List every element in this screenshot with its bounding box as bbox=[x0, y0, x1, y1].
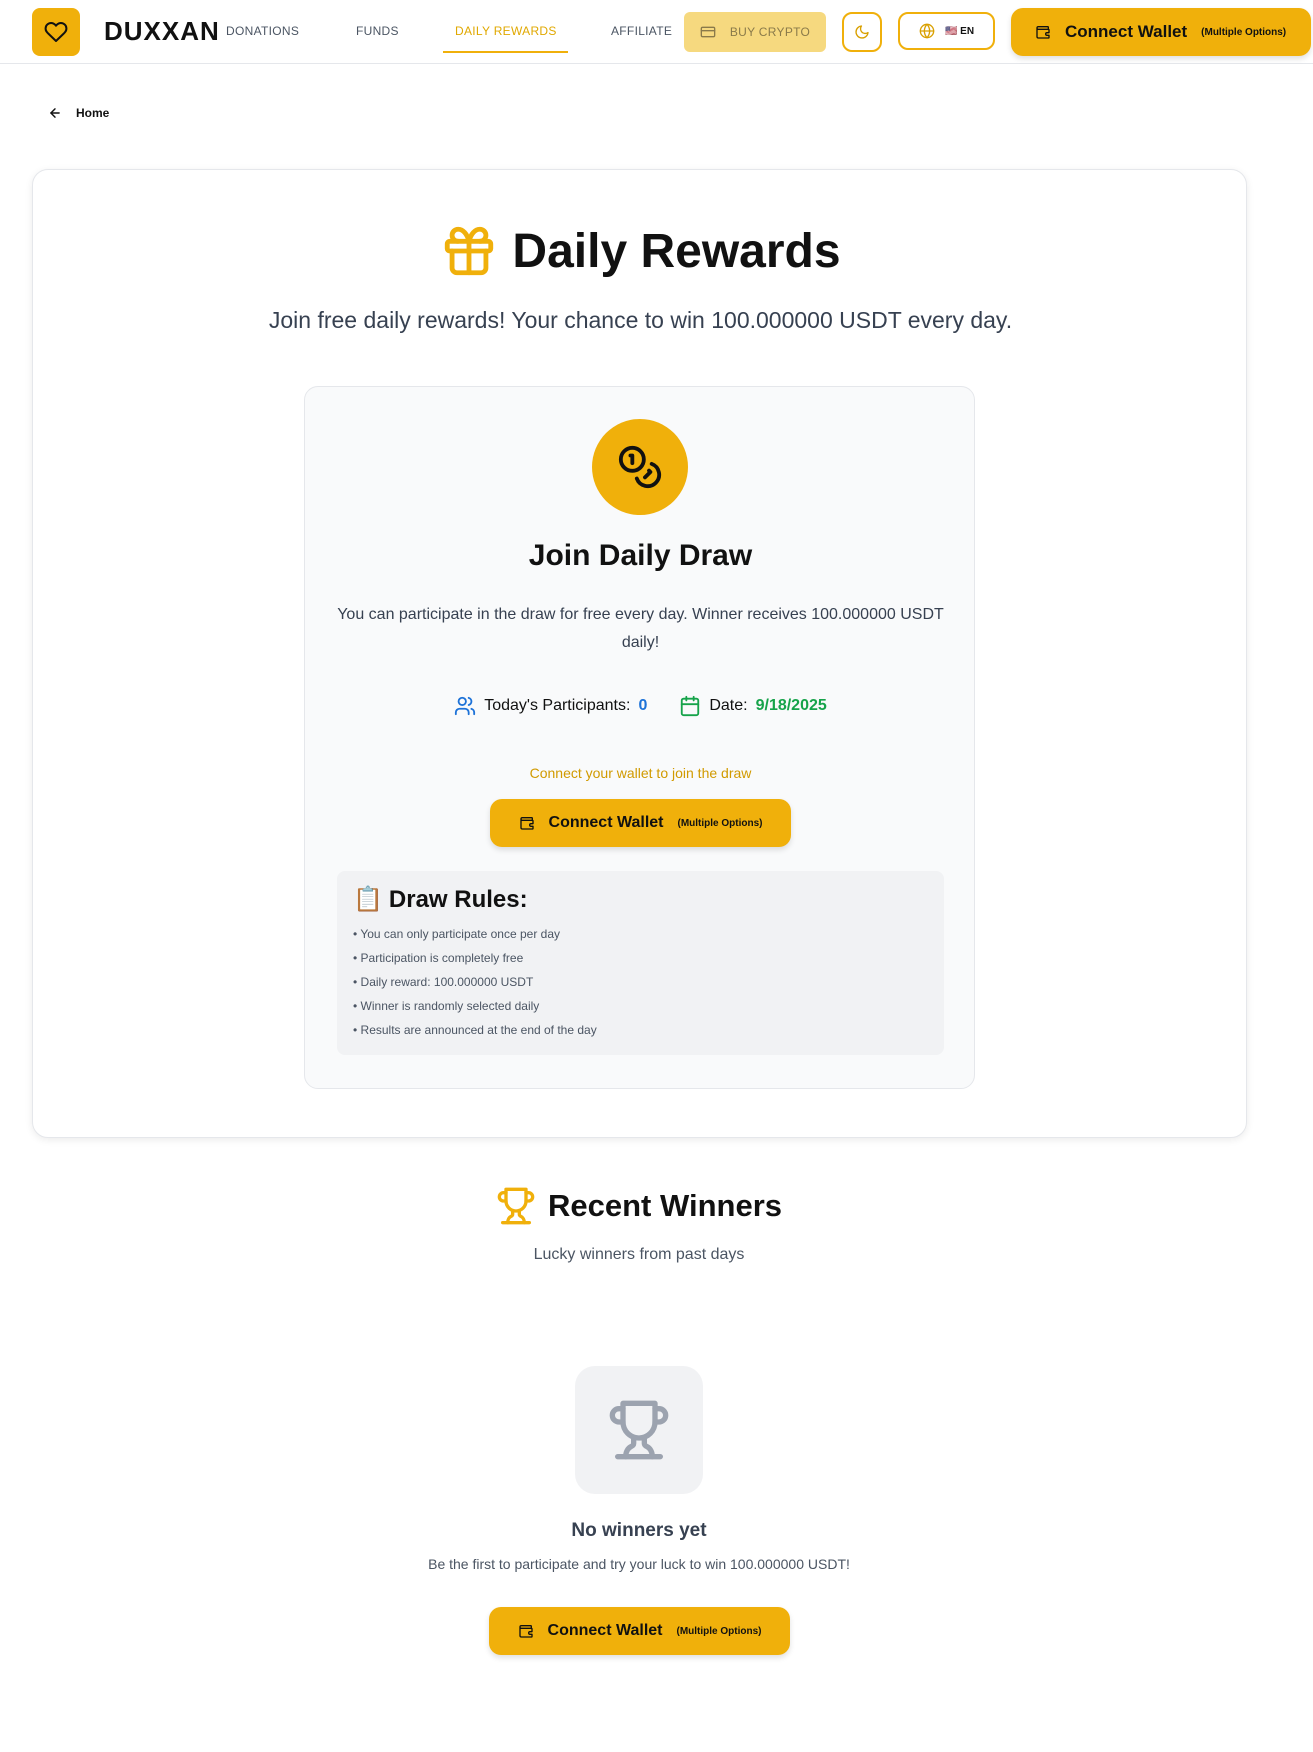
arrow-left-icon bbox=[50, 108, 60, 118]
logo-button[interactable] bbox=[32, 8, 80, 56]
draw-title: Join Daily Draw bbox=[528, 539, 753, 572]
recent-winners-title-row: Recent Winners bbox=[0, 1186, 1278, 1226]
empty-state-trophy bbox=[575, 1366, 703, 1494]
participants-stat: Today's Participants: 0 bbox=[454, 695, 647, 717]
date-label: Date: bbox=[709, 697, 748, 714]
wallet-icon bbox=[1036, 26, 1050, 39]
language-selector[interactable]: 🇺🇸 EN bbox=[898, 12, 995, 50]
heart-icon bbox=[44, 22, 68, 42]
theme-toggle-button[interactable] bbox=[842, 12, 882, 52]
recent-winners-title: Recent Winners bbox=[548, 1188, 782, 1223]
connect-wallet-sublabel: (Multiple Options) bbox=[676, 1625, 762, 1637]
draw-rules-title: 📋 Draw Rules: bbox=[353, 885, 928, 914]
draw-rules-heading: Draw Rules: bbox=[388, 885, 528, 913]
brand-name[interactable]: DUXXAN bbox=[104, 16, 220, 47]
top-navbar: DUXXAN DONATIONS FUNDS DAILY REWARDS AFF… bbox=[0, 0, 1313, 64]
nav-daily-rewards[interactable]: DAILY REWARDS bbox=[455, 24, 557, 38]
active-tab-indicator bbox=[443, 51, 568, 53]
nav-funds[interactable]: FUNDS bbox=[356, 24, 399, 38]
trophy-icon bbox=[609, 1400, 669, 1460]
credit-card-icon bbox=[700, 26, 716, 38]
moon-icon bbox=[855, 25, 869, 39]
users-icon bbox=[455, 696, 476, 716]
daily-rewards-card: Daily Rewards Join free daily rewards! Y… bbox=[32, 169, 1247, 1138]
connect-wallet-button-winners[interactable]: Connect Wallet (Multiple Options) bbox=[489, 1607, 790, 1655]
page-title-row: Daily Rewards bbox=[33, 222, 1248, 280]
back-home-link[interactable]: Home bbox=[48, 106, 109, 120]
connect-wallet-label: Connect Wallet bbox=[547, 1622, 663, 1639]
draw-stats: Today's Participants: 0 Date: 9/18/2025 bbox=[305, 695, 976, 717]
buy-crypto-button[interactable]: BUY CRYPTO bbox=[684, 12, 826, 52]
wallet-icon bbox=[519, 817, 534, 830]
draw-rules-box: 📋 Draw Rules: • You can only participate… bbox=[337, 871, 944, 1055]
connect-wallet-label: Connect Wallet bbox=[548, 814, 664, 831]
connect-wallet-button-header[interactable]: Connect Wallet (Multiple Options) bbox=[1011, 8, 1311, 56]
coins-icon bbox=[618, 445, 662, 489]
nav-affiliate[interactable]: AFFILIATE bbox=[611, 24, 672, 38]
join-draw-card: Join Daily Draw You can participate in t… bbox=[304, 386, 975, 1089]
connect-wallet-sublabel: (Multiple Options) bbox=[677, 817, 763, 829]
buy-crypto-label: BUY CRYPTO bbox=[729, 25, 811, 39]
draw-rules-list: • You can only participate once per day … bbox=[353, 922, 928, 1042]
page-subtitle: Join free daily rewards! Your chance to … bbox=[268, 307, 1013, 333]
connect-wallet-sublabel: (Multiple Options) bbox=[1201, 26, 1287, 38]
rule-item: • You can only participate once per day bbox=[353, 927, 561, 941]
connect-wallet-note: Connect your wallet to join the draw bbox=[529, 765, 752, 781]
no-winners-title: No winners yet bbox=[571, 1520, 707, 1541]
globe-icon bbox=[919, 23, 935, 39]
participants-count: 0 bbox=[638, 697, 648, 714]
clipboard-icon: 📋 bbox=[353, 886, 383, 913]
wallet-icon bbox=[518, 1625, 533, 1638]
home-label: Home bbox=[76, 106, 110, 120]
nav-donations[interactable]: DONATIONS bbox=[226, 24, 299, 38]
draw-description: You can participate in the draw for free… bbox=[337, 606, 944, 651]
rule-item: • Participation is completely free bbox=[353, 951, 524, 965]
calendar-icon bbox=[681, 695, 700, 717]
rule-item: • Results are announced at the end of th… bbox=[353, 1023, 597, 1037]
language-label: 🇺🇸 EN bbox=[944, 25, 975, 37]
date-value: 9/18/2025 bbox=[755, 697, 827, 714]
rule-item: • Winner is randomly selected daily bbox=[353, 999, 540, 1013]
rule-item: • Daily reward: 100.000000 USDT bbox=[353, 975, 534, 989]
connect-wallet-button-draw[interactable]: Connect Wallet (Multiple Options) bbox=[490, 799, 791, 847]
page-title: Daily Rewards bbox=[512, 224, 841, 278]
no-winners-description: Be the first to participate and try your… bbox=[428, 1556, 850, 1572]
date-stat: Date: 9/18/2025 bbox=[679, 695, 827, 717]
recent-winners-subtitle: Lucky winners from past days bbox=[533, 1246, 745, 1263]
coins-badge bbox=[592, 419, 688, 515]
gift-icon bbox=[445, 226, 494, 276]
connect-wallet-label: Connect Wallet bbox=[1065, 22, 1188, 41]
participants-label: Today's Participants: bbox=[484, 697, 631, 714]
trophy-icon bbox=[497, 1187, 535, 1225]
